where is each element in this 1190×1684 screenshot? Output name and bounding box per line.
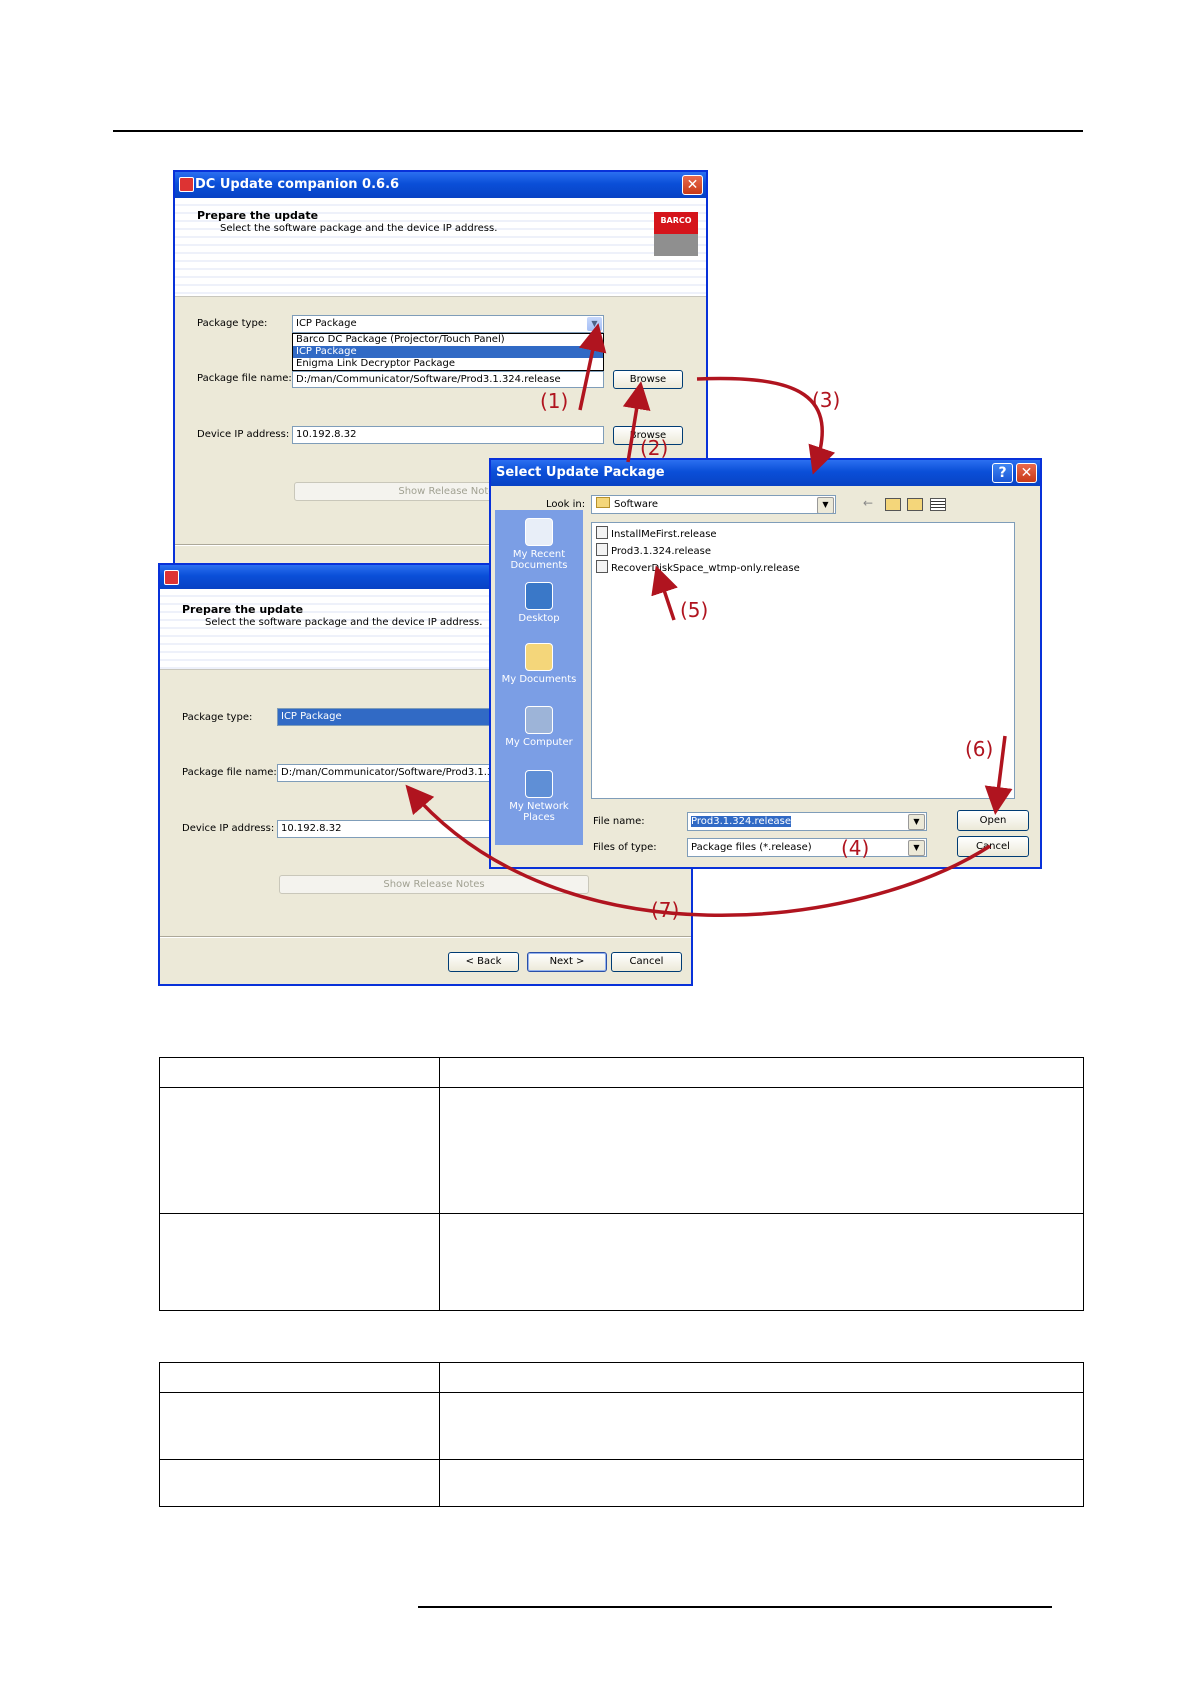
place-desktop[interactable]: Desktop <box>495 582 583 624</box>
header-title: Prepare the update <box>197 209 319 222</box>
file-icon <box>596 560 608 573</box>
new-folder-icon[interactable] <box>907 498 923 511</box>
places-bar: My Recent Documents Desktop My Documents… <box>495 510 583 845</box>
close-icon[interactable]: ✕ <box>1016 463 1037 483</box>
arrow-3 <box>696 376 836 475</box>
dialog-title: Select Update Package <box>496 465 665 480</box>
dropdown-option[interactable]: Barco DC Package (Projector/Touch Panel) <box>293 334 603 346</box>
table-cell <box>159 1362 440 1393</box>
place-my-documents[interactable]: My Documents <box>495 643 583 685</box>
callout-1: (1) <box>540 389 569 413</box>
package-file-label: Package file name: <box>197 373 292 384</box>
header-title: Prepare the update <box>182 603 304 616</box>
chevron-down-icon[interactable]: ▼ <box>587 317 602 331</box>
table-cell <box>439 1057 1084 1088</box>
dropdown-option[interactable]: Enigma Link Decryptor Package <box>293 358 603 370</box>
package-file-label: Package file name: <box>182 767 277 778</box>
table-cell <box>159 1459 440 1507</box>
device-ip-label: Device IP address: <box>182 823 275 834</box>
show-release-notes-button[interactable]: Show Release Notes <box>279 875 589 894</box>
folder-icon <box>596 497 610 508</box>
barco-logo: BARCO <box>654 212 698 256</box>
table-cell <box>439 1392 1084 1460</box>
callout-7: (7) <box>651 898 680 922</box>
open-button[interactable]: Open <box>957 810 1029 831</box>
callout-3: (3) <box>812 388 841 412</box>
next-button[interactable]: Next > <box>527 952 607 972</box>
footer-rule <box>418 1606 1052 1608</box>
device-ip-label: Device IP address: <box>197 429 290 440</box>
table-cell <box>159 1392 440 1460</box>
files-of-type-select[interactable]: Package files (*.release) ▼ <box>687 838 927 857</box>
package-type-label: Package type: <box>182 712 253 723</box>
file-item[interactable]: RecoverDiskSpace_wtmp-only.release <box>596 560 800 574</box>
callout-5: (5) <box>680 598 709 622</box>
look-in-select[interactable]: Software ▼ <box>591 495 836 514</box>
callout-2: (2) <box>640 436 669 460</box>
package-file-input[interactable]: D:/man/Communicator/Software/Prod3.1.324… <box>277 764 492 782</box>
clock-icon <box>525 518 553 546</box>
file-icon <box>596 543 608 556</box>
files-of-type-label: Files of type: <box>593 842 657 853</box>
close-icon[interactable]: ✕ <box>682 175 703 195</box>
dialog-titlebar[interactable]: Select Update Package ? ✕ <box>491 460 1040 486</box>
info-table-2 <box>159 1362 1084 1507</box>
back-button[interactable]: < Back <box>448 952 519 972</box>
table-cell <box>159 1087 440 1214</box>
table-cell <box>439 1087 1084 1214</box>
info-table-1 <box>159 1057 1084 1311</box>
table-cell <box>439 1362 1084 1393</box>
select-update-package-dialog: Select Update Package ? ✕ Look in: Softw… <box>489 458 1042 869</box>
app-icon <box>179 177 194 192</box>
file-icon <box>596 526 608 539</box>
window-titlebar[interactable]: DC Update companion 0.6.6 ✕ <box>175 172 706 198</box>
dropdown-option-selected[interactable]: ICP Package <box>293 346 603 358</box>
callout-4: (4) <box>841 836 870 860</box>
package-type-select[interactable]: ICP Package ▼ <box>292 315 604 333</box>
package-file-input[interactable]: D:/man/Communicator/Software/Prod3.1.324… <box>292 371 604 388</box>
package-type-dropdown[interactable]: Barco DC Package (Projector/Touch Panel)… <box>292 333 604 371</box>
package-type-label: Package type: <box>197 318 268 329</box>
header-rule <box>113 130 1083 132</box>
table-cell <box>439 1213 1084 1311</box>
look-in-label: Look in: <box>546 499 586 510</box>
table-cell <box>159 1213 440 1311</box>
chevron-down-icon[interactable]: ▼ <box>908 840 925 856</box>
cancel-button[interactable]: Cancel <box>611 952 682 972</box>
view-menu-icon[interactable] <box>930 498 946 511</box>
header-subtitle: Select the software package and the devi… <box>220 223 498 234</box>
window-title: DC Update companion 0.6.6 <box>195 177 400 192</box>
wizard-header: Prepare the update Select the software p… <box>175 198 706 297</box>
file-item[interactable]: Prod3.1.324.release <box>596 543 711 557</box>
table-cell <box>159 1057 440 1088</box>
network-icon <box>525 770 553 798</box>
file-name-label: File name: <box>593 816 645 827</box>
device-ip-input[interactable]: 10.192.8.32 <box>292 426 604 444</box>
place-recent-documents[interactable]: My Recent Documents <box>495 518 583 571</box>
table-cell <box>439 1459 1084 1507</box>
desktop-icon <box>525 582 553 610</box>
file-item[interactable]: InstallMeFirst.release <box>596 526 717 540</box>
cancel-button[interactable]: Cancel <box>957 836 1029 857</box>
device-ip-input[interactable]: 10.192.8.32 <box>277 820 492 838</box>
chevron-down-icon[interactable]: ▼ <box>908 814 925 830</box>
place-my-computer[interactable]: My Computer <box>495 706 583 748</box>
place-network[interactable]: My Network Places <box>495 770 583 823</box>
app-icon <box>164 570 179 585</box>
folder-icon <box>525 643 553 671</box>
file-name-input[interactable]: Prod3.1.324.release ▼ <box>687 812 927 831</box>
browse-button[interactable]: Browse <box>613 370 683 389</box>
header-subtitle: Select the software package and the devi… <box>205 617 483 628</box>
package-type-select[interactable]: ICP Package <box>277 708 492 726</box>
computer-icon <box>525 706 553 734</box>
up-folder-icon[interactable] <box>885 498 901 511</box>
separator <box>160 936 691 938</box>
callout-6: (6) <box>965 737 994 761</box>
chevron-down-icon[interactable]: ▼ <box>817 497 834 513</box>
help-icon[interactable]: ? <box>992 463 1013 483</box>
back-arrow-icon[interactable]: ← <box>863 496 873 510</box>
file-list[interactable]: InstallMeFirst.release Prod3.1.324.relea… <box>591 522 1015 799</box>
